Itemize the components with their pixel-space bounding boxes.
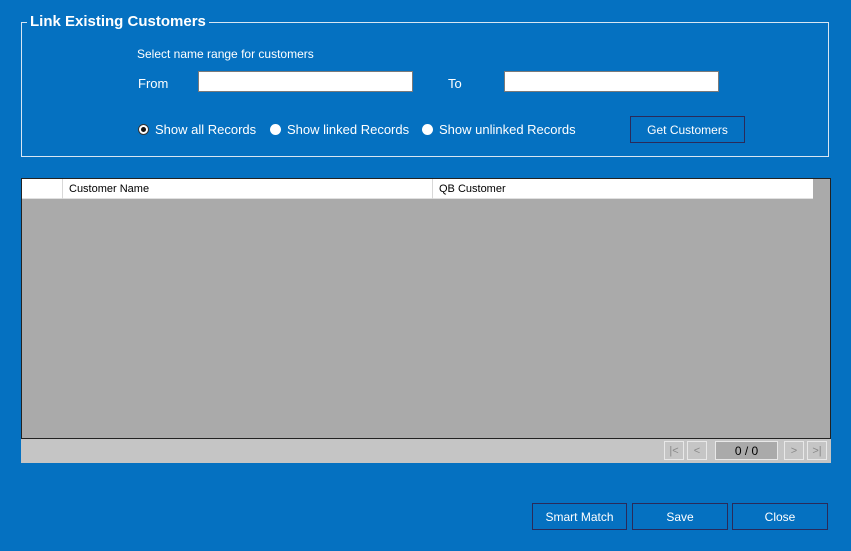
name-range-label: Select name range for customers [137, 47, 314, 61]
radio-show-linked-records[interactable]: Show linked Records [270, 122, 409, 137]
get-customers-button[interactable]: Get Customers [630, 116, 745, 143]
radio-button-icon [138, 124, 149, 135]
grid-pager: |< < 0 / 0 > >| [21, 439, 831, 463]
prev-page-button[interactable]: < [687, 441, 707, 460]
first-page-button[interactable]: |< [664, 441, 684, 460]
radio-show-unlinked-records[interactable]: Show unlinked Records [422, 122, 576, 137]
grid-corner [813, 179, 830, 199]
to-input[interactable] [504, 71, 719, 92]
page-position-indicator: 0 / 0 [715, 441, 778, 460]
column-header-customer-name[interactable]: Customer Name [63, 179, 433, 199]
close-button[interactable]: Close [732, 503, 828, 530]
radio-label: Show unlinked Records [439, 122, 576, 137]
radio-button-icon [422, 124, 433, 135]
customer-grid[interactable]: Customer Name QB Customer [21, 178, 831, 439]
to-label: To [448, 76, 462, 91]
from-input[interactable] [198, 71, 413, 92]
next-page-button[interactable]: > [784, 441, 804, 460]
from-label: From [138, 76, 169, 91]
smart-match-button[interactable]: Smart Match [532, 503, 627, 530]
column-header-qb-customer[interactable]: QB Customer [433, 179, 813, 199]
link-customers-groupbox: Link Existing Customers Select name rang… [21, 14, 829, 157]
radio-show-all-records[interactable]: Show all Records [138, 122, 256, 137]
row-selector-header[interactable] [22, 179, 63, 199]
save-button[interactable]: Save [632, 503, 728, 530]
radio-label: Show all Records [155, 122, 257, 137]
radio-label: Show linked Records [287, 122, 410, 137]
radio-button-icon [270, 124, 281, 135]
grid-header-row: Customer Name QB Customer [22, 179, 813, 199]
last-page-button[interactable]: >| [807, 441, 827, 460]
groupbox-title: Link Existing Customers [27, 14, 209, 30]
